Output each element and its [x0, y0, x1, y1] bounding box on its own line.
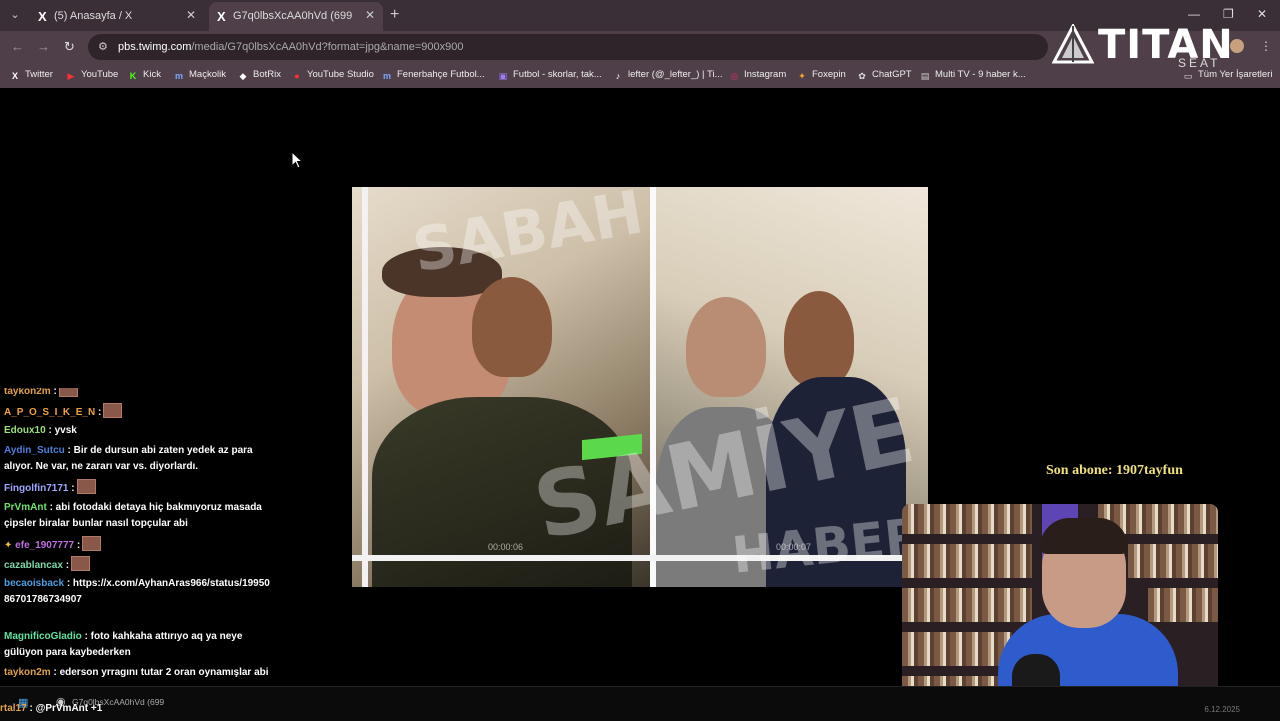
timecode-left: 00:00:06	[488, 542, 524, 552]
bookshelf-row	[902, 504, 1032, 534]
taskbar-clock: 6.12.2025	[1204, 705, 1240, 714]
bookshelf-row	[1128, 544, 1218, 578]
tab-title: G7q0lbsXcAA0hVd (699×485)	[233, 10, 353, 22]
youtube-icon: ▶	[67, 71, 75, 81]
chat-message: ✦ efe_1907777 :	[4, 536, 274, 554]
tab-image[interactable]: X G7q0lbsXcAA0hVd (699×485) ✕	[209, 2, 383, 31]
bookshelf-row	[1148, 588, 1218, 622]
kick-icon: K	[129, 71, 137, 81]
multitv-icon: ▤	[920, 71, 930, 81]
chat-message: MagnificoGladio : foto kahkaha attırıyo …	[4, 631, 243, 658]
tab-search-chevron-icon[interactable]: ⌄	[6, 6, 24, 24]
tab-home[interactable]: X (5) Anasayfa / X ✕	[30, 2, 204, 31]
bookmark-tiktok[interactable]: ♪ lefter (@_lefter_) | Ti...	[612, 69, 723, 82]
chat-message: cazablancax :	[4, 556, 274, 574]
bookmark-mackolik[interactable]: m Maçkolik	[173, 69, 226, 82]
botrix-icon: ◆	[239, 71, 247, 81]
taskbar: ▦ ◉ G7q0lbsXcAA0hVd (699 6.12.2025	[0, 686, 1280, 721]
bookshelf-row	[902, 544, 1032, 578]
fenerbahce-icon: m	[382, 71, 391, 81]
bookshelf-row	[902, 588, 1032, 622]
chat-message: taykon2m : ederson yrragını tutar 2 oran…	[4, 667, 269, 678]
chatgpt-icon: ✿	[858, 71, 866, 81]
frame-line-vertical	[362, 187, 368, 587]
chat-emote-icon	[103, 403, 123, 418]
foxepin-icon: ✦	[798, 71, 806, 81]
maximize-icon[interactable]: ❐	[1223, 7, 1234, 21]
chat-emote-icon	[58, 388, 78, 397]
bookmark-chatgpt[interactable]: ✿ ChatGPT	[856, 69, 911, 82]
bookmark-fenerbahce[interactable]: m Fenerbahçe Futbol...	[381, 69, 485, 82]
chat-message: Fingolfin7171 :	[4, 479, 274, 497]
mackolik-icon: m	[174, 71, 183, 81]
back-arrow-icon[interactable]: ←	[11, 39, 24, 54]
badge-icon: ✦	[4, 540, 13, 551]
new-tab-plus-icon[interactable]: +	[390, 6, 399, 24]
instagram-icon: ◎	[730, 71, 738, 81]
chat-emote-icon	[71, 556, 91, 571]
bookmark-multitv[interactable]: ▤ Multi TV - 9 haber k...	[919, 69, 1026, 82]
bookmark-futbol[interactable]: ▣ Futbol - skorlar, tak...	[497, 69, 602, 82]
chat-emote-icon	[82, 536, 102, 551]
close-window-icon[interactable]: ✕	[1257, 7, 1267, 21]
close-tab-icon[interactable]: ✕	[186, 8, 196, 22]
titan-logo-icon	[1052, 24, 1094, 64]
chat-message: PrVmAnt : abi fotodaki detaya hiç bakmıy…	[4, 502, 262, 529]
url-text[interactable]: pbs.twimg.com/media/G7q0lbsXcAA0hVd?form…	[118, 41, 463, 53]
site-info-icon[interactable]: ⚙	[98, 40, 108, 53]
x-favicon-icon: X	[217, 9, 226, 24]
bookmark-botrix[interactable]: ◆ BotRix	[237, 69, 281, 82]
tiktok-icon: ♪	[615, 71, 621, 81]
all-bookmarks-folder[interactable]: ▭ Tüm Yer İşaretleri	[1182, 69, 1273, 82]
chat-emote-icon	[76, 479, 96, 494]
menu-dots-icon[interactable]: ⋮	[1260, 39, 1272, 53]
chat-message: becaoisback : https://x.com/AyhanAras966…	[4, 578, 270, 605]
chat-message: taykon2m :	[4, 388, 274, 400]
x-icon: X	[11, 71, 18, 81]
bookshelf-row	[902, 632, 1012, 666]
streamer-hair	[1040, 518, 1128, 554]
streamer-webcam	[902, 504, 1218, 710]
person-mid-face	[472, 277, 552, 377]
titan-seat-logo: TITAN SEAT	[1052, 22, 1233, 70]
viewed-image[interactable]: SABAH SAMİYE HABER 00:00:06 00:00:07	[352, 187, 928, 587]
chat-message: rtal17 : @PrVmAnt +1	[0, 703, 103, 714]
bookmark-instagram[interactable]: ◎ Instagram	[728, 69, 786, 82]
bookmark-twitter[interactable]: X Twitter	[9, 69, 53, 82]
futbol-icon: ▣	[498, 71, 508, 81]
bookmark-youtube[interactable]: ▶ YouTube	[65, 69, 119, 82]
folder-icon: ▭	[1183, 71, 1193, 81]
address-bar[interactable]: ⚙ pbs.twimg.com/media/G7q0lbsXcAA0hVd?fo…	[88, 34, 1048, 60]
mouse-cursor-icon	[291, 151, 303, 169]
close-tab-icon[interactable]: ✕	[365, 8, 375, 22]
stream-chat: taykon2m : A_P_O_S_I_K_E_N : Edoux10 : y…	[0, 388, 278, 698]
bookmark-kick[interactable]: K Kick	[127, 69, 161, 82]
bookmark-youtube-studio[interactable]: ● YouTube Studio	[291, 69, 374, 82]
youtube-studio-icon: ●	[294, 71, 300, 81]
x-favicon-icon: X	[38, 9, 47, 24]
forward-arrow-icon[interactable]: →	[37, 39, 50, 54]
chat-message: Edoux10 : yvsk	[4, 425, 77, 436]
reload-icon[interactable]: ↻	[64, 39, 75, 55]
latest-subscriber-label: Son abone: 1907tayfun	[1046, 463, 1183, 478]
bookmark-foxepin[interactable]: ✦ Foxepin	[796, 69, 846, 82]
chat-message: A_P_O_S_I_K_E_N :	[4, 403, 274, 421]
minimize-icon[interactable]: —	[1188, 7, 1200, 21]
chat-message: Aydin_Sutcu : Bir de dursun abi zaten ye…	[4, 445, 253, 472]
tab-title: (5) Anasayfa / X	[54, 10, 133, 22]
logo-sub-text: SEAT	[1178, 56, 1221, 70]
timecode-right: 00:00:07	[776, 542, 812, 552]
person-right-face	[686, 297, 766, 397]
person-right2-face	[784, 291, 854, 387]
